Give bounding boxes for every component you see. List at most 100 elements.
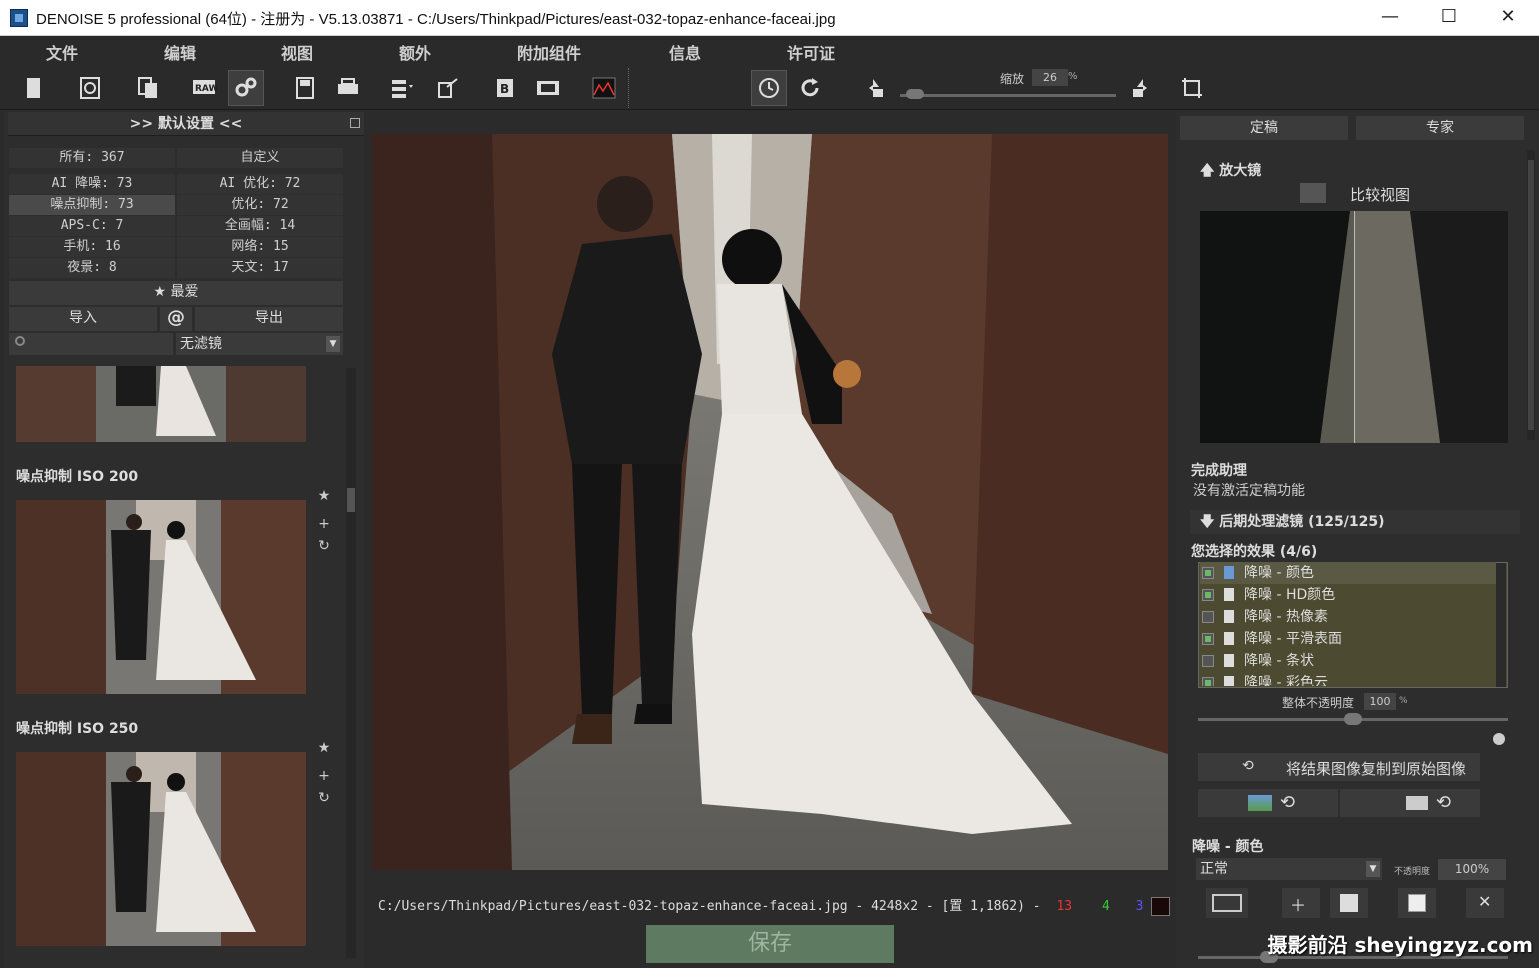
category-all[interactable]: 所有: 367 <box>9 148 175 168</box>
scrollbar-thumb[interactable] <box>347 488 355 512</box>
category-custom[interactable]: 自定义 <box>177 148 343 168</box>
export-icon[interactable] <box>430 70 466 106</box>
tab-expert[interactable]: 专家 <box>1356 116 1524 140</box>
checkbox[interactable] <box>1202 633 1214 645</box>
raw-icon[interactable]: RAW <box>186 70 222 106</box>
settings-gears-icon[interactable] <box>228 70 264 106</box>
menu-addons[interactable]: 附加组件 <box>517 40 581 64</box>
export-button[interactable]: 导出 <box>195 307 343 331</box>
preset-thumbnail[interactable] <box>16 500 306 694</box>
category-phone[interactable]: 手机: 16 <box>9 237 175 257</box>
import-button[interactable]: 导入 <box>9 307 157 331</box>
save-button[interactable]: 保存 <box>646 925 894 963</box>
effect-row[interactable]: 降噪 - 热像素 <box>1200 606 1496 628</box>
magnifier-preview[interactable] <box>1200 211 1508 443</box>
add-layer-button[interactable]: ＋ <box>1282 888 1320 918</box>
effects-scrollbar[interactable] <box>1496 563 1506 687</box>
category-web[interactable]: 网络: 15 <box>177 237 343 257</box>
category-enhance[interactable]: 优化: 72 <box>177 195 343 215</box>
effect-row[interactable]: 降噪 - 条状 <box>1200 650 1496 672</box>
refresh-icon[interactable]: ↻ <box>316 538 332 554</box>
post-filters-header[interactable]: 🡇 后期处理滤镜 (125/125) <box>1190 510 1520 534</box>
magnifier-header[interactable]: 🡅 放大镜 <box>1190 159 1520 183</box>
minimize-button[interactable]: — <box>1361 0 1419 36</box>
opacity-slider-thumb[interactable] <box>1344 713 1362 725</box>
batch-icon[interactable] <box>384 70 420 106</box>
refresh-icon[interactable]: ↻ <box>316 790 332 806</box>
preset-scrollbar[interactable] <box>346 368 356 958</box>
close-button[interactable]: ✕ <box>1479 0 1537 36</box>
film-icon[interactable] <box>530 70 566 106</box>
menu-extra[interactable]: 额外 <box>399 40 431 64</box>
effect-row[interactable]: 降噪 - HD颜色 <box>1200 584 1496 606</box>
menu-view[interactable]: 视图 <box>281 40 313 64</box>
category-aps-c[interactable]: APS-C: 7 <box>9 216 175 236</box>
zoom-slider-track[interactable] <box>900 94 1116 97</box>
delete-layer-button[interactable]: ✕ <box>1466 888 1504 918</box>
auto-process-icon[interactable] <box>751 70 787 106</box>
rotate-copy-icon: ⟲ <box>1242 758 1254 774</box>
print-icon[interactable] <box>330 70 366 106</box>
checkbox[interactable] <box>1202 677 1214 686</box>
preset-search-input[interactable] <box>9 333 173 355</box>
tab-finalize[interactable]: 定稿 <box>1180 116 1348 140</box>
copy-to-original-button[interactable]: ⟲ 将结果图像复制到原始图像 <box>1198 753 1480 781</box>
white-layer-button[interactable] <box>1398 888 1436 918</box>
zoom-out-icon[interactable] <box>860 70 896 106</box>
zoom-in-icon[interactable] <box>1120 70 1156 106</box>
effect-row[interactable]: 降噪 - 彩色云 <box>1200 672 1496 686</box>
preview-image[interactable] <box>372 134 1168 870</box>
preset-thumbnail[interactable] <box>16 366 306 442</box>
menu-info[interactable]: 信息 <box>669 40 701 64</box>
menu-license[interactable]: 许可证 <box>787 40 835 64</box>
swap-image-button[interactable]: ⟲ <box>1198 789 1338 817</box>
star-icon[interactable]: ★ <box>316 488 332 504</box>
maximize-button[interactable]: ☐ <box>1420 0 1478 36</box>
blend-mode-select[interactable]: 正常 ▼ <box>1196 858 1382 880</box>
effect-label: 降噪 - 颜色 <box>1244 565 1314 581</box>
scrollbar-thumb[interactable] <box>1528 160 1534 430</box>
category-noise-reduction[interactable]: 噪点抑制: 73 <box>9 195 175 215</box>
delete-icon: ✕ <box>1478 892 1492 911</box>
history-icon[interactable] <box>72 70 108 106</box>
histogram-icon[interactable] <box>586 70 622 106</box>
edit-layer-button[interactable] <box>1330 888 1368 918</box>
right-scrollbar[interactable] <box>1527 150 1535 440</box>
panel-float-icon[interactable] <box>350 118 360 128</box>
filter-select[interactable]: 无滤镜 ▼ <box>176 333 343 355</box>
blend-opacity-field[interactable]: 100% <box>1438 859 1506 880</box>
checkbox[interactable] <box>1202 611 1214 623</box>
category-ai-denoise[interactable]: AI 降噪: 73 <box>9 174 175 194</box>
effect-row[interactable]: 降噪 - 颜色 <box>1200 562 1496 584</box>
zoom-value-field[interactable]: 26 <box>1032 69 1068 86</box>
zoom-slider-thumb[interactable] <box>905 89 924 99</box>
category-astro[interactable]: 天文: 17 <box>177 258 343 278</box>
preset-thumbnail[interactable] <box>16 752 306 946</box>
category-ai-enhance[interactable]: AI 优化: 72 <box>177 174 343 194</box>
preset-header[interactable]: >> 默认设置 << <box>8 112 364 136</box>
checkbox[interactable] <box>1202 589 1214 601</box>
swap-layer-button[interactable]: ⟲ <box>1340 789 1480 817</box>
favorites-button[interactable]: ★ 最爱 <box>9 281 343 305</box>
crop-rotate-icon[interactable] <box>1174 70 1210 106</box>
add-icon[interactable]: + <box>316 768 332 784</box>
at-button[interactable]: @ <box>160 307 192 331</box>
checkbox[interactable] <box>1202 567 1214 579</box>
menu-edit[interactable]: 编辑 <box>164 40 196 64</box>
checkbox[interactable] <box>1202 655 1214 667</box>
new-file-icon[interactable] <box>16 70 52 106</box>
opacity-field[interactable]: 100 <box>1364 693 1396 710</box>
save-icon[interactable] <box>287 70 323 106</box>
reset-dot-icon[interactable] <box>1493 733 1505 745</box>
redo-icon[interactable] <box>792 70 828 106</box>
effect-row[interactable]: 降噪 - 平滑表面 <box>1200 628 1496 650</box>
compare-toggle[interactable] <box>1300 183 1326 203</box>
category-full-frame[interactable]: 全画幅: 14 <box>177 216 343 236</box>
star-icon[interactable]: ★ <box>316 740 332 756</box>
add-icon[interactable]: + <box>316 516 332 532</box>
script-icon[interactable]: B <box>488 70 524 106</box>
category-night[interactable]: 夜景: 8 <box>9 258 175 278</box>
menu-file[interactable]: 文件 <box>46 40 78 64</box>
copy-document-icon[interactable] <box>130 70 166 106</box>
layer-mask-button[interactable] <box>1206 888 1248 918</box>
